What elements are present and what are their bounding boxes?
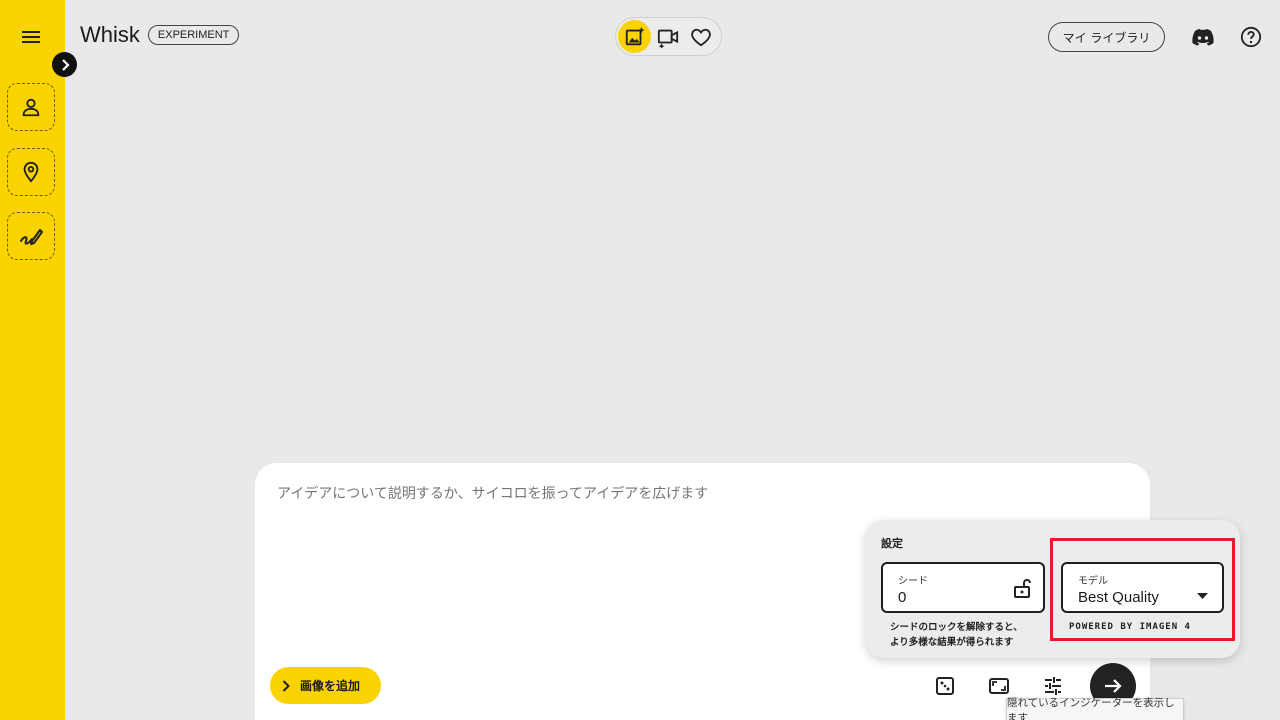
unlock-icon — [1014, 579, 1031, 598]
model-value: Best Quality — [1078, 589, 1159, 606]
my-library-button[interactable]: マイ ライブラリ — [1048, 22, 1165, 52]
video-mode-button[interactable] — [651, 20, 684, 53]
discord-button[interactable] — [1190, 24, 1216, 50]
expand-sidebar-button[interactable] — [52, 52, 77, 77]
model-select[interactable]: モデル Best Quality — [1061, 562, 1224, 613]
image-sparkle-icon — [625, 26, 645, 45]
discord-icon — [1192, 29, 1214, 46]
video-sparkle-icon — [657, 29, 678, 48]
tune-icon — [1045, 677, 1061, 695]
brand: Whisk EXPERIMENT — [80, 22, 240, 48]
model-dropdown-toggle[interactable] — [1197, 585, 1208, 604]
menu-button[interactable] — [17, 24, 45, 50]
seed-field[interactable]: シード 0 — [881, 562, 1045, 613]
seed-label: シード — [898, 576, 928, 587]
person-icon — [22, 98, 40, 117]
scene-slot[interactable] — [7, 148, 55, 196]
tooltip: 隠れているインジケーターを表示します — [1006, 697, 1184, 720]
sidebar — [0, 0, 65, 720]
chevron-right-icon — [282, 679, 290, 692]
favorites-button[interactable] — [684, 20, 717, 53]
style-slot[interactable] — [7, 212, 55, 260]
add-image-button[interactable]: 画像を追加 — [270, 667, 381, 704]
mode-switcher — [615, 17, 722, 56]
seed-lock-toggle[interactable] — [1013, 578, 1031, 602]
image-mode-button[interactable] — [618, 20, 651, 53]
model-label: モデル — [1078, 576, 1108, 587]
subject-slot[interactable] — [7, 83, 55, 131]
chevron-right-icon — [61, 58, 70, 71]
randomize-button[interactable] — [932, 673, 958, 699]
settings-panel: 設定 シード 0 モデル Best Quality シードのロックを解除すると、… — [866, 520, 1240, 658]
settings-title: 設定 — [881, 537, 903, 550]
experiment-badge: EXPERIMENT — [147, 25, 240, 45]
dice-icon — [936, 677, 954, 695]
location-pin-icon — [23, 161, 39, 183]
seed-note-line: より多様な結果が得られます — [890, 637, 1014, 648]
brush-icon — [20, 229, 43, 245]
app-title: Whisk — [80, 22, 140, 47]
powered-by-label: POWERED BY IMAGEN 4 — [1069, 622, 1191, 632]
help-button[interactable] — [1238, 24, 1264, 50]
help-icon — [1240, 26, 1262, 48]
aspect-ratio-icon — [989, 678, 1009, 694]
seed-note: シードのロックを解除すると、 より多様な結果が得られます — [890, 620, 1023, 650]
seed-value: 0 — [898, 589, 907, 606]
menu-icon — [22, 31, 40, 43]
caret-down-icon — [1197, 593, 1208, 599]
seed-note-line: シードのロックを解除すると、 — [890, 622, 1023, 633]
prompt-input[interactable] — [277, 483, 857, 523]
heart-icon — [690, 28, 711, 46]
arrow-right-icon — [1105, 679, 1122, 693]
add-image-label: 画像を追加 — [300, 679, 361, 693]
